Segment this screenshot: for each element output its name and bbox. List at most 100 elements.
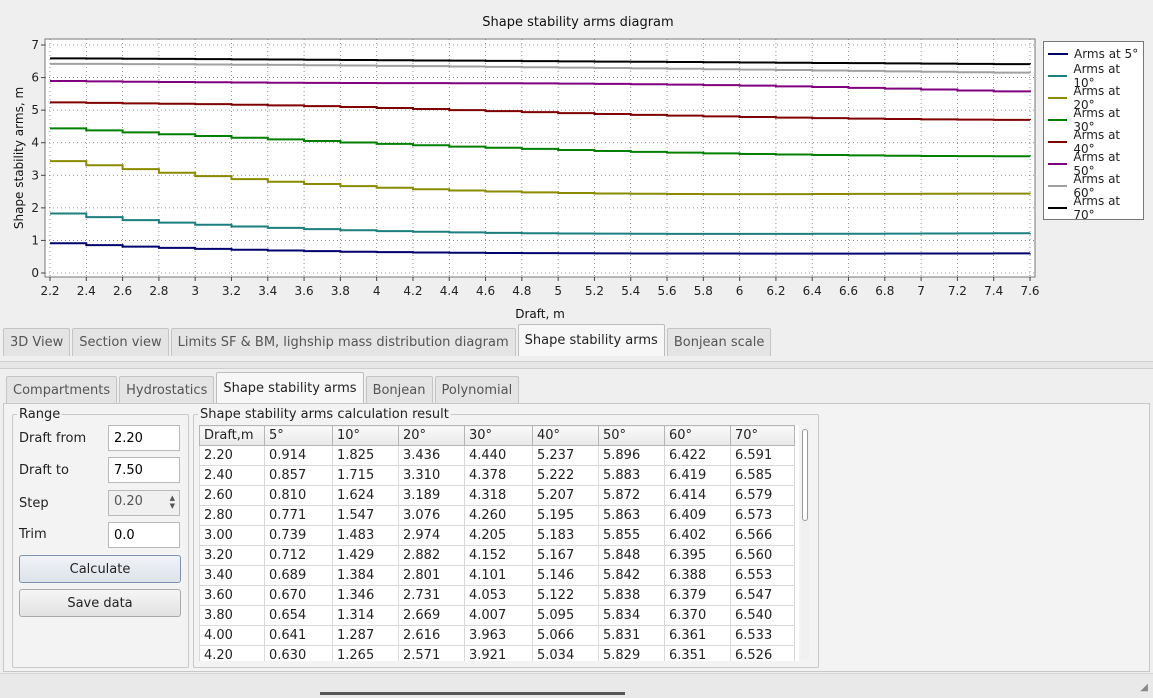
- x-tick-label: 7.6: [1020, 284, 1039, 298]
- x-tick-label: 3.8: [331, 284, 350, 298]
- column-header[interactable]: 60°: [664, 425, 731, 446]
- table-cell: 0.810: [264, 485, 333, 506]
- table-row[interactable]: 3.80 0.654 1.314 2.669 4.007 5.095 5.834 6.370 6…: [199, 605, 795, 626]
- table-row[interactable]: 3.00 0.739 1.483 2.974 4.205 5.183 5.855 6.402 6…: [199, 525, 795, 546]
- x-tick-label: 5: [554, 284, 562, 298]
- inner-tab-3[interactable]: Bonjean: [365, 376, 433, 404]
- main-tab-2[interactable]: Limits SF & BM, lighship mass distributi…: [170, 328, 516, 356]
- main-tab-3[interactable]: Shape stability arms: [517, 324, 665, 356]
- legend-item: Arms at 70°: [1048, 194, 1143, 222]
- table-cell: 0.689: [264, 565, 333, 586]
- draft-from-label: Draft from: [19, 431, 87, 446]
- column-header[interactable]: 40°: [532, 425, 599, 446]
- table-cell: 3.921: [464, 645, 533, 661]
- x-tick-label: 2.6: [113, 284, 132, 298]
- table-cell: 1.715: [332, 465, 399, 486]
- y-tick-label: 2: [31, 201, 39, 215]
- table-row[interactable]: 3.20 0.712 1.429 2.882 4.152 5.167 5.848 6.395 6…: [199, 545, 795, 566]
- table-cell: 3.963: [464, 625, 533, 646]
- x-tick-label: 6.8: [875, 284, 894, 298]
- table-cell: 5.863: [598, 505, 665, 526]
- table-cell: 0.914: [264, 445, 333, 466]
- inner-tab-2[interactable]: Shape stability arms: [216, 372, 364, 404]
- table-cell: 6.351: [664, 645, 731, 661]
- table-cell: 1.287: [332, 625, 399, 646]
- table-cell: 2.801: [398, 565, 465, 586]
- table-cell: 6.388: [664, 565, 731, 586]
- table-row[interactable]: 2.60 0.810 1.624 3.189 4.318 5.207 5.872 6.414 6…: [199, 485, 795, 506]
- stability-arms-chart: 2.2 2.4 2.6 2.8 3 3.2 3.4 3.6 3.8 4 4.2 4.4 4.6 4.8 5 5…: [12, 15, 1040, 321]
- legend-swatch: [1048, 53, 1068, 55]
- table-row[interactable]: 3.60 0.670 1.346 2.731 4.053 5.122 5.838 6.379 6…: [199, 585, 795, 606]
- table-cell: 2.80: [199, 505, 265, 526]
- table-cell: 6.547: [730, 585, 795, 606]
- table-row[interactable]: 4.00 0.641 1.287 2.616 3.963 5.066 5.831 6.361 6…: [199, 625, 795, 646]
- table-cell: 6.553: [730, 565, 795, 586]
- table-cell: 0.857: [264, 465, 333, 486]
- table-cell: 1.624: [332, 485, 399, 506]
- y-tick-label: 4: [31, 136, 39, 150]
- spin-arrows-icon[interactable]: ▲ ▼: [170, 494, 175, 510]
- y-tick-label: 0: [31, 266, 39, 280]
- scrollbar-thumb[interactable]: [802, 429, 808, 521]
- step-spinbox[interactable]: 0.20 ▲ ▼: [108, 490, 180, 516]
- table-cell: 0.771: [264, 505, 333, 526]
- y-tick-label: 6: [31, 71, 39, 85]
- resize-grip-icon[interactable]: ◢: [1140, 682, 1148, 693]
- main-tab-1[interactable]: Section view: [72, 328, 169, 356]
- calculate-button[interactable]: Calculate: [19, 555, 181, 583]
- table-cell: 4.318: [464, 485, 533, 506]
- main-tab-4[interactable]: Bonjean scale: [666, 328, 772, 356]
- table-cell: 1.384: [332, 565, 399, 586]
- table-cell: 5.855: [598, 525, 665, 546]
- chart-panel: 2.2 2.4 2.6 2.8 3 3.2 3.4 3.6 3.8 4 4.2 4.4 4.6 4.8 5 5…: [0, 0, 1153, 327]
- table-cell: 5.872: [598, 485, 665, 506]
- table-cell: 0.670: [264, 585, 333, 606]
- column-header[interactable]: 10°: [332, 425, 399, 446]
- table-row[interactable]: 3.40 0.689 1.384 2.801 4.101 5.146 5.842 6.388 6…: [199, 565, 795, 586]
- table-cell: 2.616: [398, 625, 465, 646]
- table-cell: 0.739: [264, 525, 333, 546]
- inner-tab-0[interactable]: Compartments: [6, 376, 118, 404]
- table-cell: 2.571: [398, 645, 465, 661]
- x-tick-label: 3: [191, 284, 199, 298]
- main-tab-bar: 3D View Section view Limits SF & BM, lighs…: [3, 324, 773, 356]
- draft-from-input[interactable]: [108, 425, 180, 451]
- column-header[interactable]: 50°: [598, 425, 665, 446]
- table-vertical-scrollbar[interactable]: [801, 427, 809, 659]
- table-cell: 4.205: [464, 525, 533, 546]
- table-row[interactable]: 2.20 0.914 1.825 3.436 4.440 5.237 5.896 6.422 6…: [199, 445, 795, 466]
- table-cell: 0.630: [264, 645, 333, 661]
- table-cell: 5.883: [598, 465, 665, 486]
- table-cell: 3.310: [398, 465, 465, 486]
- table-cell: 5.237: [532, 445, 599, 466]
- main-tab-0[interactable]: 3D View: [3, 328, 71, 356]
- trim-input[interactable]: [108, 522, 180, 548]
- legend-label: Arms at 70°: [1073, 194, 1121, 222]
- table-cell: 6.402: [664, 525, 731, 546]
- column-header[interactable]: 5°: [264, 425, 333, 446]
- table-row[interactable]: 2.80 0.771 1.547 3.076 4.260 5.195 5.863 6.409 6…: [199, 505, 795, 526]
- column-header[interactable]: 20°: [398, 425, 465, 446]
- table-cell: 3.00: [199, 525, 265, 546]
- table-row[interactable]: 4.20 0.630 1.265 2.571 3.921 5.034 5.829 6.351 6…: [199, 645, 795, 661]
- horizontal-scroll-indicator[interactable]: [320, 692, 625, 695]
- save-data-button[interactable]: Save data: [19, 589, 181, 617]
- table-row[interactable]: 2.40 0.857 1.715 3.310 4.378 5.222 5.883 6.419 6…: [199, 465, 795, 486]
- table-cell: 4.440: [464, 445, 533, 466]
- x-tick-label: 5.8: [694, 284, 713, 298]
- column-header[interactable]: 70°: [730, 425, 795, 446]
- table-cell: 3.189: [398, 485, 465, 506]
- table-cell: 5.222: [532, 465, 599, 486]
- column-header[interactable]: 30°: [464, 425, 533, 446]
- x-tick-label: 3.2: [222, 284, 241, 298]
- inner-tab-4[interactable]: Polynomial: [434, 376, 520, 404]
- column-header[interactable]: Draft,m: [199, 425, 265, 446]
- table-cell: 5.034: [532, 645, 599, 661]
- splitter-handle[interactable]: [0, 361, 1153, 369]
- inner-tab-1[interactable]: Hydrostatics: [119, 376, 215, 404]
- draft-to-input[interactable]: [108, 457, 180, 483]
- legend-label: Arms at 5°: [1074, 47, 1139, 61]
- table-cell: 4.152: [464, 545, 533, 566]
- table-cell: 6.379: [664, 585, 731, 606]
